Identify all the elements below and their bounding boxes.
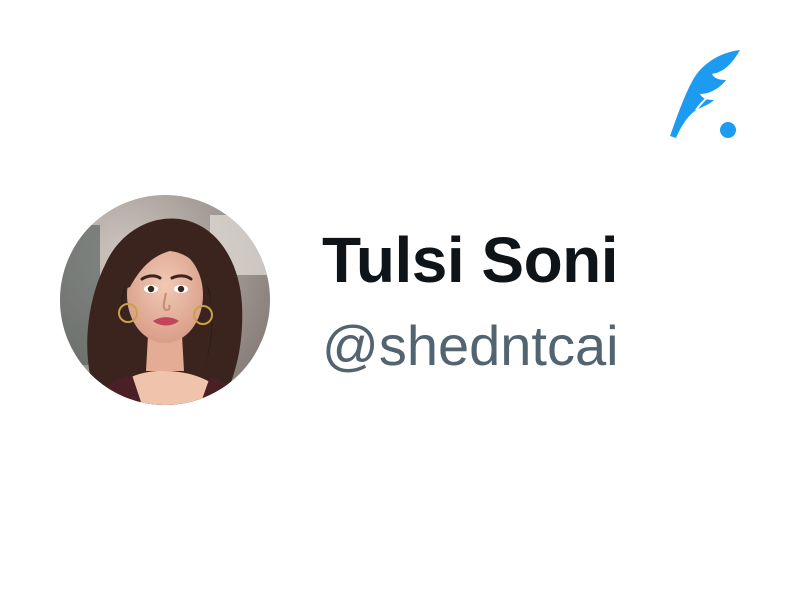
handle-container: @shedntcai [322, 306, 682, 386]
display-name: Tulsi Soni [322, 224, 619, 296]
avatar[interactable] [60, 195, 270, 405]
profile-card: Tulsi Soni @shedntcai [0, 0, 800, 600]
username-handle: @shedntcai [322, 314, 619, 377]
